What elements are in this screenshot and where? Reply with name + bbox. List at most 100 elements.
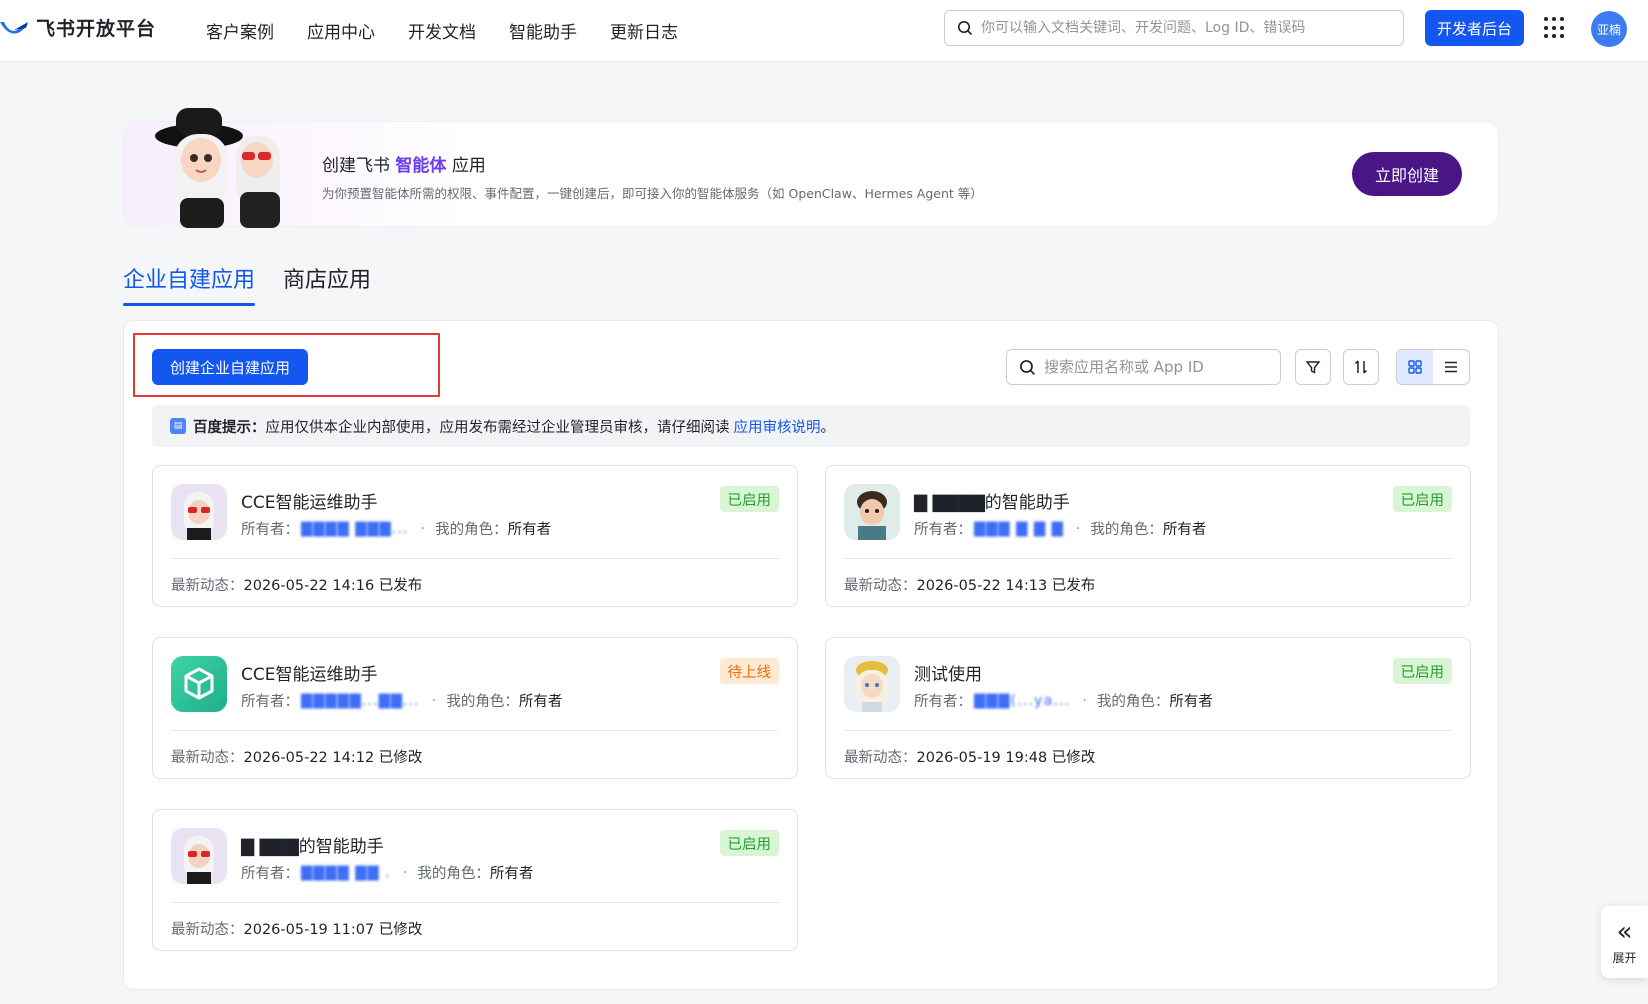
sort-icon bbox=[1354, 360, 1368, 374]
role-value: 所有者 bbox=[518, 694, 563, 710]
latest-activity: 最新动态：2026-05-22 14:16 已发布 bbox=[171, 574, 422, 595]
banner-subtitle: 为你预置智能体所需的权限、事件配置，一键创建后，即可接入你的智能体服务（如 Op… bbox=[322, 186, 983, 201]
app-avatar-icon bbox=[171, 656, 227, 712]
latest-label: 最新动态： bbox=[171, 922, 244, 938]
search-icon bbox=[958, 21, 973, 36]
user-avatar[interactable]: 亚楠 bbox=[1591, 11, 1627, 47]
banner-title-highlight: 智能体 bbox=[395, 156, 447, 176]
role-label: 我的角色： bbox=[1096, 694, 1170, 710]
latest-activity: 最新动态：2026-05-22 14:12 已修改 bbox=[171, 746, 422, 767]
role-label: 我的角色： bbox=[435, 522, 508, 538]
owner-value: ▇▇▇▇ ▇▇▇... bbox=[301, 520, 409, 537]
notice-label: 百度提示： bbox=[193, 419, 266, 436]
latest-label: 最新动态： bbox=[844, 578, 917, 594]
latest-value: 2026-05-22 14:16 已发布 bbox=[243, 578, 423, 594]
app-card[interactable]: 测试使用 所有者： ▇▇▇(...ya... · 我的角色： 所有者 已启用 最… bbox=[825, 637, 1471, 779]
role-value: 所有者 bbox=[489, 866, 534, 882]
role-value: 所有者 bbox=[1169, 694, 1213, 710]
meta-separator: · bbox=[431, 692, 437, 709]
owner-value: ▇▇▇(...ya... bbox=[974, 692, 1071, 709]
view-toggle bbox=[1396, 349, 1470, 385]
list-view-button[interactable] bbox=[1433, 350, 1469, 384]
card-divider bbox=[844, 730, 1452, 731]
notice-icon: ▤ bbox=[170, 418, 186, 434]
filter-icon bbox=[1305, 361, 1321, 374]
latest-activity: 最新动态：2026-05-19 19:48 已修改 bbox=[844, 746, 1095, 767]
create-now-button[interactable]: 立即创建 bbox=[1352, 152, 1462, 196]
main-nav: 客户案例 应用中心 开发文档 智能助手 更新日志 bbox=[206, 18, 678, 43]
card-divider bbox=[171, 730, 779, 731]
app-search[interactable] bbox=[1006, 349, 1281, 385]
top-navbar: 飞书开放平台 客户案例 应用中心 开发文档 智能助手 更新日志 开发者后台 亚楠 bbox=[0, 0, 1648, 62]
latest-label: 最新动态： bbox=[171, 578, 244, 594]
notice-text: 应用仅供本企业内部使用，应用发布需经过企业管理员审核，请仔细阅读 bbox=[265, 419, 730, 436]
owner-label: 所有者： bbox=[241, 866, 299, 882]
latest-value: 2026-05-22 14:12 已修改 bbox=[243, 750, 423, 766]
expand-label: 展开 bbox=[1612, 950, 1637, 965]
expand-sidebar-button[interactable]: « 展开 bbox=[1601, 906, 1648, 978]
latest-label: 最新动态： bbox=[844, 750, 917, 766]
app-meta: 所有者： ▇▇▇▇ ▇▇ . · 我的角色： 所有者 bbox=[241, 862, 533, 883]
app-card[interactable]: ▇ ▇▇▇▇的智能助手 所有者： ▇▇▇ ▇ ▇ ▇ · 我的角色： 所有者 已… bbox=[825, 465, 1471, 607]
status-badge: 已启用 bbox=[1392, 658, 1452, 684]
app-name: ▇ ▇▇▇的智能助手 bbox=[241, 837, 384, 857]
status-badge: 已启用 bbox=[719, 486, 779, 512]
nav-ai-assistant[interactable]: 智能助手 bbox=[509, 18, 577, 43]
meta-separator: · bbox=[1082, 692, 1087, 709]
search-icon bbox=[1020, 359, 1036, 375]
role-label: 我的角色： bbox=[1090, 522, 1163, 538]
app-name: ▇ ▇▇▇▇的智能助手 bbox=[914, 493, 1070, 513]
app-name: CCE智能运维助手 bbox=[241, 493, 378, 513]
list-view-icon bbox=[1445, 361, 1457, 373]
app-card[interactable]: CCE智能运维助手 所有者： ▇▇▇▇▇...▇▇... · 我的角色： 所有者… bbox=[152, 637, 798, 779]
card-divider bbox=[171, 902, 779, 903]
app-avatar-icon bbox=[844, 484, 900, 540]
owner-label: 所有者： bbox=[241, 694, 299, 710]
global-search[interactable] bbox=[944, 10, 1404, 46]
app-grid-icon[interactable] bbox=[1544, 17, 1566, 39]
app-card[interactable]: CCE智能运维助手 所有者： ▇▇▇▇ ▇▇▇... · 我的角色： 所有者 已… bbox=[152, 465, 798, 607]
nav-changelog[interactable]: 更新日志 bbox=[610, 18, 678, 43]
app-search-input[interactable] bbox=[1044, 358, 1280, 376]
agent-promo-banner: 创建飞书 智能体 应用 为你预置智能体所需的权限、事件配置，一键创建后，即可接入… bbox=[123, 108, 1499, 228]
app-type-tabs: 企业自建应用 商店应用 bbox=[123, 262, 371, 306]
app-list-panel: 创建企业自建应用 ▤ 百度提示： 应用仅供本企业内部使用，应用发布需经过企业管理… bbox=[123, 320, 1499, 990]
global-search-input[interactable] bbox=[981, 20, 1403, 36]
nav-dev-docs[interactable]: 开发文档 bbox=[408, 18, 476, 43]
app-avatar-icon bbox=[171, 828, 227, 884]
brand-logo[interactable]: 飞书开放平台 bbox=[0, 14, 156, 41]
app-meta: 所有者： ▇▇▇(...ya... · 我的角色： 所有者 bbox=[914, 690, 1213, 711]
app-meta: 所有者： ▇▇▇▇▇...▇▇... · 我的角色： 所有者 bbox=[241, 690, 562, 711]
banner-title-suffix: 应用 bbox=[451, 156, 486, 176]
nav-customer-cases[interactable]: 客户案例 bbox=[206, 18, 274, 43]
tab-store-apps[interactable]: 商店应用 bbox=[283, 262, 371, 306]
tab-enterprise-apps[interactable]: 企业自建应用 bbox=[123, 262, 256, 306]
sort-button[interactable] bbox=[1343, 349, 1379, 385]
app-meta: 所有者： ▇▇▇▇ ▇▇▇... · 我的角色： 所有者 bbox=[241, 518, 551, 539]
developer-console-button[interactable]: 开发者后台 bbox=[1425, 10, 1524, 46]
latest-value: 2026-05-22 14:13 已发布 bbox=[916, 578, 1096, 594]
card-divider bbox=[171, 558, 779, 559]
app-card[interactable]: ▇ ▇▇▇的智能助手 所有者： ▇▇▇▇ ▇▇ . · 我的角色： 所有者 已启… bbox=[152, 809, 798, 951]
app-avatar-icon bbox=[844, 656, 900, 712]
latest-value: 2026-05-19 11:07 已修改 bbox=[243, 922, 423, 938]
latest-value: 2026-05-19 19:48 已修改 bbox=[916, 750, 1096, 766]
filter-button[interactable] bbox=[1295, 349, 1331, 385]
latest-activity: 最新动态：2026-05-19 11:07 已修改 bbox=[171, 918, 422, 939]
meta-separator: · bbox=[1075, 520, 1081, 537]
role-value: 所有者 bbox=[507, 522, 552, 538]
review-guide-link[interactable]: 应用审核说明 bbox=[734, 416, 821, 437]
nav-app-center[interactable]: 应用中心 bbox=[307, 18, 375, 43]
owner-value: ▇▇▇▇▇...▇▇... bbox=[301, 692, 420, 709]
owner-label: 所有者： bbox=[241, 522, 299, 538]
create-enterprise-app-button[interactable]: 创建企业自建应用 bbox=[152, 349, 308, 385]
status-badge: 待上线 bbox=[719, 658, 779, 684]
latest-activity: 最新动态：2026-05-22 14:13 已发布 bbox=[844, 574, 1095, 595]
grid-view-button[interactable] bbox=[1397, 350, 1433, 384]
review-notice: ▤ 百度提示： 应用仅供本企业内部使用，应用发布需经过企业管理员审核，请仔细阅读… bbox=[152, 405, 1470, 447]
app-name: CCE智能运维助手 bbox=[241, 665, 378, 685]
meta-separator: · bbox=[402, 864, 408, 881]
banner-title-prefix: 创建飞书 bbox=[322, 156, 390, 176]
grid-view-icon bbox=[1408, 360, 1422, 374]
owner-label: 所有者： bbox=[914, 694, 972, 710]
